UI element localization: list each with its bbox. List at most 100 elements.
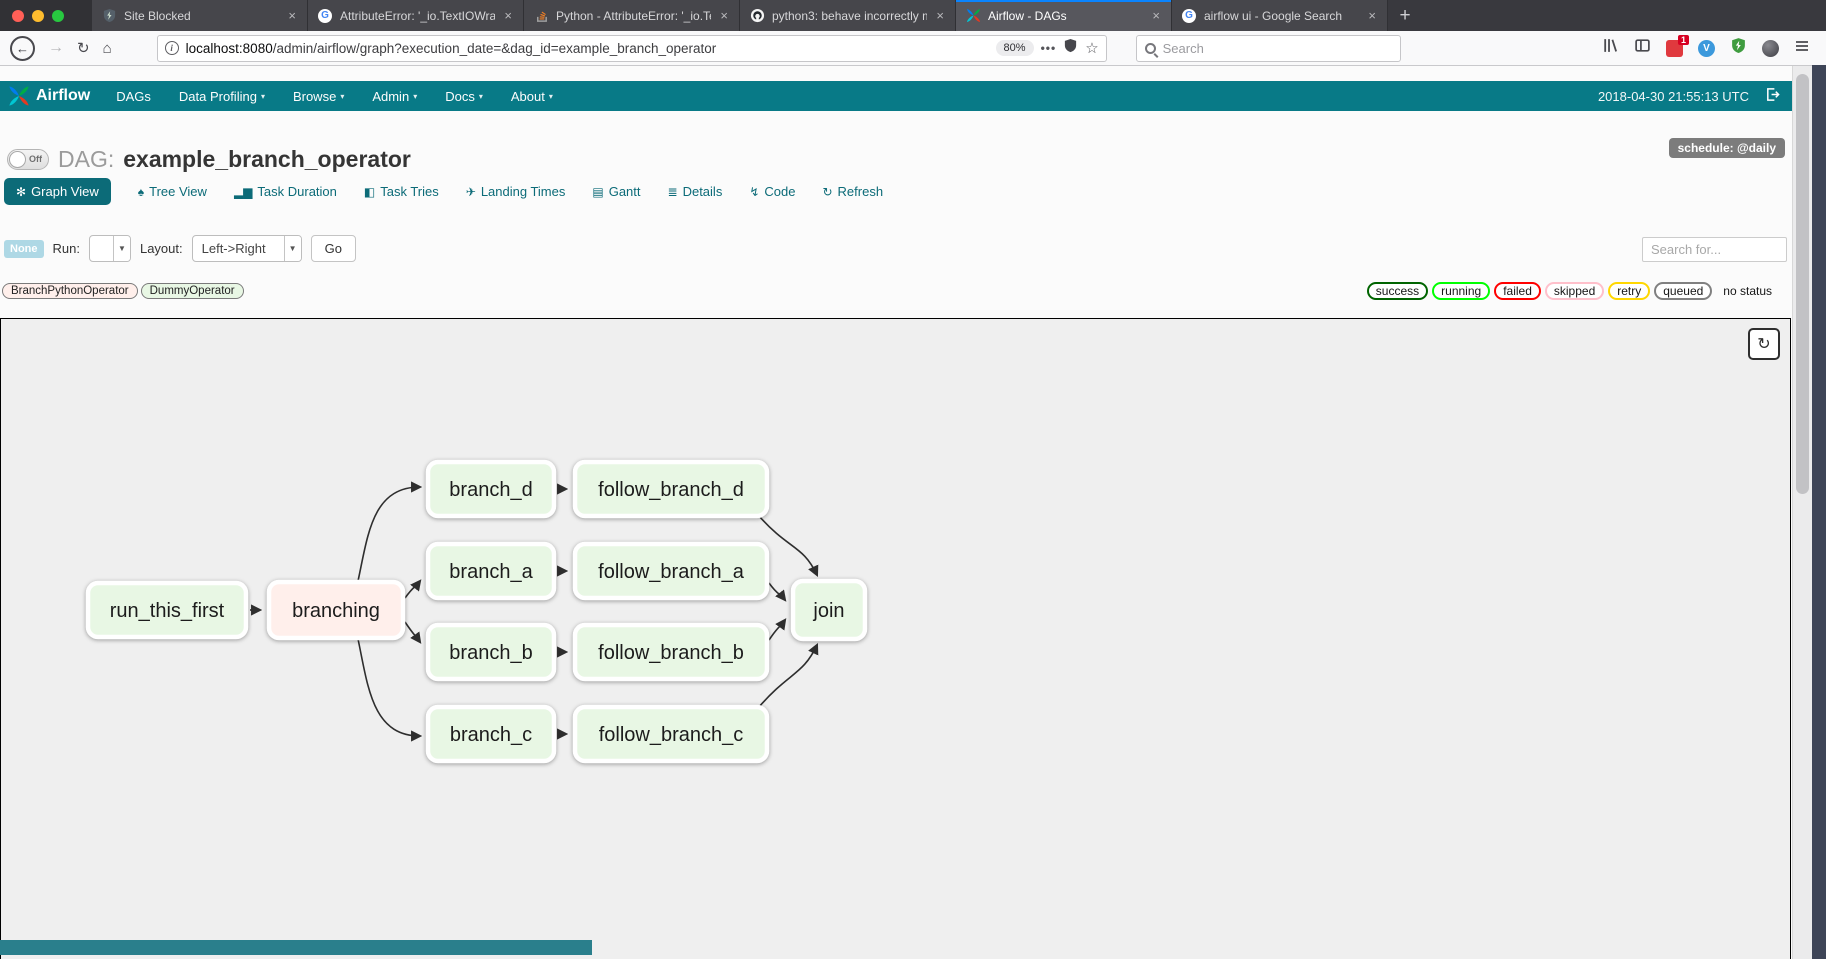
reload-button[interactable]: ↻ — [77, 39, 90, 57]
tab-gantt[interactable]: ▤Gantt — [592, 184, 640, 199]
toggle-label: Off — [29, 154, 42, 164]
window-scrollbar[interactable] — [1792, 66, 1812, 959]
scrollbar-thumb[interactable] — [1796, 74, 1809, 494]
toggle-knob — [9, 151, 26, 168]
run-select[interactable]: ▼ — [89, 235, 131, 262]
menu-icon[interactable] — [1794, 38, 1810, 59]
task-node-join[interactable]: join — [793, 581, 865, 639]
nav-item-admin[interactable]: Admin ▾ — [358, 89, 431, 104]
task-node-branch_a[interactable]: branch_a — [428, 544, 554, 598]
close-window-button[interactable] — [12, 10, 24, 22]
task-node-follow_branch_a[interactable]: follow_branch_a — [575, 544, 767, 598]
tab-close-icon[interactable]: × — [718, 8, 730, 23]
task-node-label: join — [812, 600, 844, 622]
maximize-window-button[interactable] — [52, 10, 64, 22]
tab-code[interactable]: ↯Code — [749, 184, 795, 199]
page-actions-icon[interactable]: ••• — [1041, 41, 1057, 55]
task-node-follow_branch_d[interactable]: follow_branch_d — [575, 462, 767, 516]
tab-tree-view[interactable]: ♠Tree View — [138, 184, 207, 199]
tab-refresh[interactable]: ↻ Refresh — [822, 184, 883, 199]
state-legend-badge-no-status: no status — [1716, 284, 1779, 298]
page-zoom-badge[interactable]: 80% — [996, 40, 1034, 56]
nav-item-browse[interactable]: Browse▾ — [279, 89, 358, 104]
task-node-follow_branch_c[interactable]: follow_branch_c — [575, 707, 767, 761]
task-node-follow_branch_b[interactable]: follow_branch_b — [575, 625, 767, 679]
forward-button[interactable]: → — [48, 39, 64, 57]
layout-select[interactable]: Left->Right ▼ — [192, 235, 302, 262]
nav-item-docs[interactable]: Docs▾ — [431, 89, 497, 104]
browser-tab-6[interactable]: Gairflow ui - Google Search× — [1172, 0, 1388, 31]
tab-details[interactable]: ≣Details — [668, 184, 723, 199]
tab-graph-view[interactable]: ✻Graph View — [4, 178, 111, 205]
nav-item-label: Data Profiling — [179, 89, 257, 104]
tab-task-duration[interactable]: ▂▆Task Duration — [234, 184, 337, 199]
view-tab-label: Refresh — [838, 184, 884, 199]
new-tab-button[interactable]: + — [1388, 0, 1422, 31]
home-button[interactable]: ⌂ — [103, 40, 112, 57]
stackoverflow-tab-icon — [533, 8, 549, 24]
pocket-shield-icon[interactable] — [1063, 38, 1078, 58]
caret-down-icon: ▾ — [261, 92, 265, 101]
address-bar[interactable]: i localhost:8080/admin/airflow/graph?exe… — [157, 35, 1107, 62]
task-node-branch_d[interactable]: branch_d — [428, 462, 554, 516]
task-node-branching[interactable]: branching — [269, 582, 403, 638]
logout-icon[interactable] — [1765, 87, 1780, 105]
google-tab-icon: G — [317, 8, 333, 24]
tab-close-icon[interactable]: × — [1150, 8, 1162, 23]
refresh-icon: ↻ — [822, 185, 832, 199]
nav-item-dags[interactable]: DAGs — [102, 89, 165, 104]
task-tries-icon: ◧ — [364, 185, 375, 199]
task-node-label: follow_branch_c — [599, 724, 744, 746]
edge-branching-to-branch_b — [405, 622, 420, 642]
green-shield-extension-icon[interactable] — [1730, 37, 1747, 59]
dag-name: example_branch_operator — [123, 146, 411, 173]
caret-down-icon: ▾ — [413, 92, 417, 101]
airflow-page: Airflow DAGs Data Profiling ▾ Browse▾ Admin ▾… — [0, 66, 1792, 959]
browser-tab-1[interactable]: Site Blocked × — [92, 0, 308, 31]
task-node-branch_c[interactable]: branch_c — [428, 707, 554, 761]
nav-item-data-profiling[interactable]: Data Profiling ▾ — [165, 89, 279, 104]
browser-tab-4[interactable]: python3: behave incorrectly mo× — [740, 0, 956, 31]
gantt-icon: ▤ — [592, 185, 603, 199]
tab-title: Site Blocked — [124, 9, 279, 23]
graph-view-icon: ✻ — [16, 185, 26, 199]
dag-pause-toggle[interactable]: Off — [7, 149, 49, 170]
tab-title: airflow ui - Google Search — [1204, 9, 1359, 23]
browser-tab-2[interactable]: GAttributeError: '_io.TextIOWrapp× — [308, 0, 524, 31]
bookmark-star-icon[interactable]: ☆ — [1085, 39, 1098, 57]
browser-search-bar[interactable]: Search — [1136, 35, 1401, 62]
task-node-run_this_first[interactable]: run_this_first — [88, 583, 246, 637]
airflow-tab-icon — [965, 8, 981, 24]
tab-close-icon[interactable]: × — [1366, 8, 1378, 23]
airflow-brand-label: Airflow — [36, 87, 90, 105]
nav-item-label: Admin — [372, 89, 409, 104]
graph-refresh-button[interactable]: ↻ — [1748, 328, 1780, 360]
tab-close-icon[interactable]: × — [502, 8, 514, 23]
tab-task-tries[interactable]: ◧ Task Tries — [364, 184, 439, 199]
go-button[interactable]: Go — [311, 235, 356, 262]
tree-view-icon: ♠ — [138, 185, 144, 199]
airflow-brand[interactable]: Airflow — [0, 85, 102, 107]
sidebar-icon[interactable] — [1634, 37, 1651, 59]
edge-branching-to-branch_a — [405, 581, 420, 598]
library-icon[interactable] — [1602, 37, 1619, 59]
back-button[interactable]: ← — [10, 36, 35, 61]
task-node-label: branch_d — [449, 479, 532, 501]
task-node-branch_b[interactable]: branch_b — [428, 625, 554, 679]
blue-extension-icon[interactable]: V — [1698, 40, 1715, 57]
view-tab-label: Task Tries — [380, 184, 439, 199]
globe-extension-icon[interactable] — [1762, 40, 1779, 57]
minimize-window-button[interactable] — [32, 10, 44, 22]
nav-item-about[interactable]: About▾ — [497, 89, 567, 104]
tab-close-icon[interactable]: × — [286, 8, 298, 23]
red-extension-icon[interactable]: 1 — [1666, 40, 1683, 57]
browser-tab-5[interactable]: Airflow - DAGs× — [956, 0, 1172, 31]
url-host: localhost:8080 — [186, 41, 273, 56]
browser-tab-3[interactable]: Python - AttributeError: '_io.Tex× — [524, 0, 740, 31]
schedule-badge[interactable]: schedule: @daily — [1669, 138, 1785, 158]
task-search-input[interactable] — [1642, 237, 1787, 262]
chevron-down-icon: ▼ — [113, 236, 130, 261]
site-info-icon[interactable]: i — [165, 41, 179, 55]
tab-landing-times[interactable]: ✈Landing Times — [466, 184, 566, 199]
tab-close-icon[interactable]: × — [934, 8, 946, 23]
